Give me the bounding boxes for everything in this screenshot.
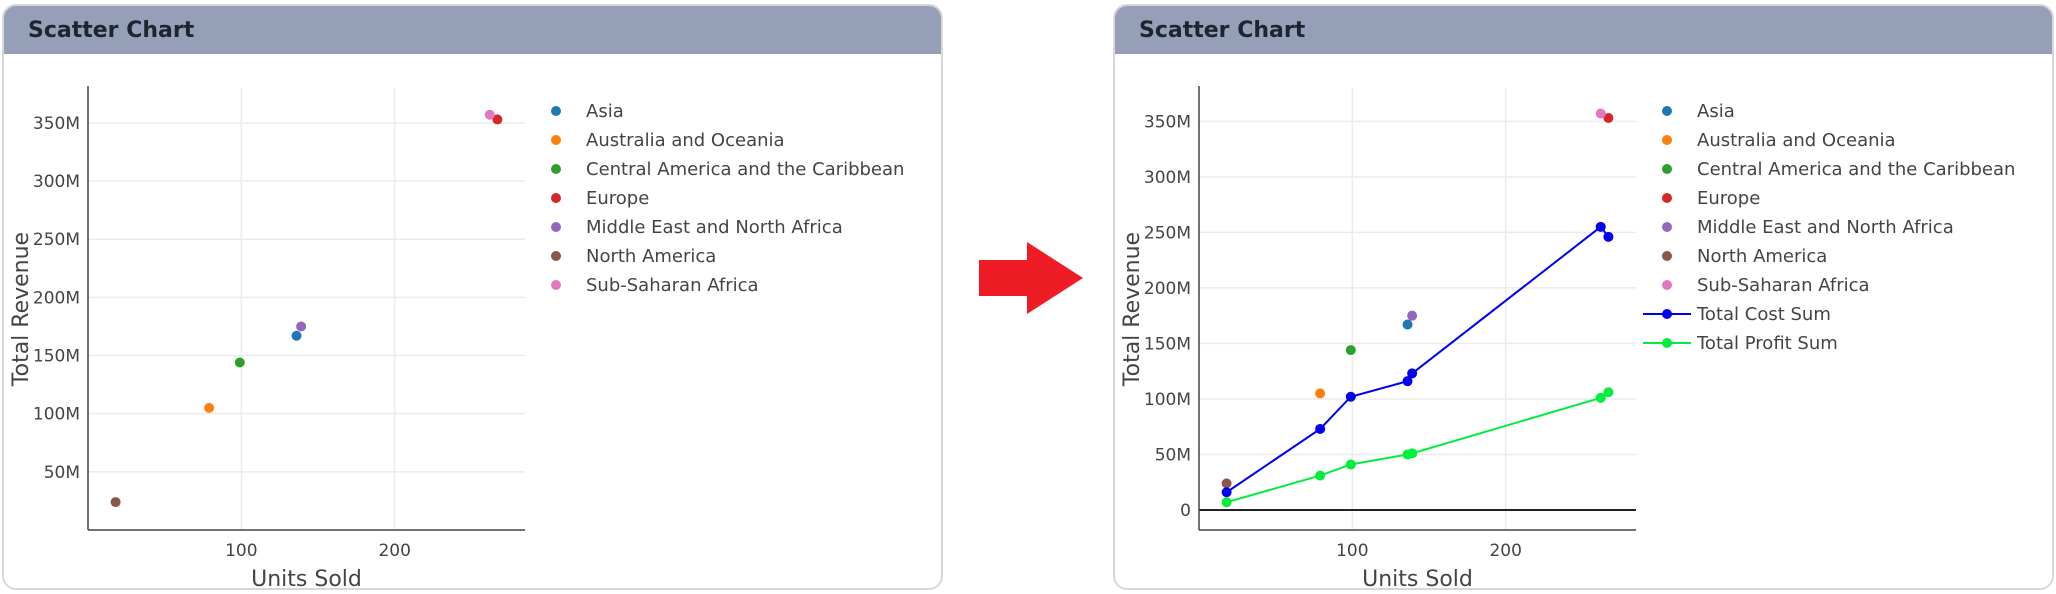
legend-label[interactable]: North America [586, 246, 716, 267]
data-point[interactable] [1221, 497, 1232, 508]
legend-label[interactable]: Sub-Saharan Africa [586, 275, 759, 296]
scatter-chart-panel-before: Scatter Chart 100 200 50M 100M 150M 200M 250M 3… [2, 4, 943, 590]
data-point[interactable] [1315, 470, 1326, 481]
data-point[interactable] [110, 497, 121, 508]
y-axis-title: Total Revenue [9, 232, 34, 387]
x-tick-label: 100 [225, 541, 257, 561]
data-point[interactable] [1402, 319, 1413, 330]
y-axis-title: Total Revenue [1120, 232, 1145, 387]
y-tick-label: 250M [33, 230, 80, 250]
legend-marker [1662, 338, 1672, 348]
legend-label[interactable]: Asia [586, 101, 624, 122]
data-point[interactable] [1407, 310, 1418, 321]
legend-marker [1662, 309, 1672, 319]
legend-label[interactable]: Total Cost Sum [1696, 304, 1831, 325]
data-point[interactable] [1345, 391, 1356, 402]
y-tick-label: 300M [1144, 168, 1191, 188]
y-tick-label: 350M [1144, 112, 1191, 132]
y-tick-label: 100M [33, 405, 80, 425]
legend-marker [551, 106, 561, 116]
data-point[interactable] [1315, 423, 1326, 434]
data-point[interactable] [291, 330, 302, 341]
data-point[interactable] [1407, 448, 1418, 459]
x-tick-label: 100 [1336, 541, 1368, 561]
legend-label[interactable]: Sub-Saharan Africa [1697, 275, 1870, 296]
data-point[interactable] [1407, 368, 1418, 379]
x-tick-label: 200 [1489, 541, 1521, 561]
data-point[interactable] [1595, 108, 1606, 119]
legend-marker [1662, 280, 1672, 290]
y-tick-label: 300M [33, 172, 80, 192]
legend-marker [1662, 251, 1672, 261]
legend-label[interactable]: Middle East and North Africa [1697, 217, 1954, 238]
legend-label[interactable]: Australia and Oceania [586, 130, 785, 151]
legend-marker [1662, 135, 1672, 145]
x-axis-title: Units Sold [1362, 567, 1473, 588]
x-tick-label: 200 [378, 541, 410, 561]
y-tick-label: 250M [1144, 223, 1191, 243]
legend-marker [551, 193, 561, 203]
y-tick-label: 50M [1155, 445, 1191, 465]
data-point[interactable] [1345, 459, 1356, 470]
comparison-stage: Scatter Chart 100 200 50M 100M 150M 200M 250M 3… [0, 0, 2056, 594]
legend-label[interactable]: Asia [1697, 101, 1735, 122]
x-axis-title: Units Sold [251, 567, 362, 588]
panel-title: Scatter Chart [1139, 17, 1306, 43]
legend-marker [551, 251, 561, 261]
scatter-chart-after[interactable]: 100 200 0 50M 100M 150M 200M 250M 300M 350M Units … [1115, 54, 2052, 588]
series-line [1226, 391, 1609, 504]
legend-marker [1662, 106, 1672, 116]
legend-label[interactable]: North America [1697, 246, 1827, 267]
y-tick-label: 200M [1144, 279, 1191, 299]
legend-label[interactable]: Australia and Oceania [1697, 130, 1896, 151]
y-tick-label: 50M [44, 463, 80, 483]
panel-header: Scatter Chart [4, 6, 941, 54]
legend-label[interactable]: Middle East and North Africa [586, 217, 843, 238]
data-point[interactable] [484, 109, 495, 120]
legend-label[interactable]: Central America and the Caribbean [586, 159, 904, 180]
data-point[interactable] [1603, 387, 1614, 398]
data-point[interactable] [296, 321, 307, 332]
y-tick-label: 200M [33, 288, 80, 308]
legend-label[interactable]: Total Profit Sum [1696, 333, 1838, 354]
legend-label[interactable]: Europe [586, 188, 649, 209]
legend-marker [1662, 193, 1672, 203]
legend-marker [551, 135, 561, 145]
legend-marker [551, 164, 561, 174]
legend-marker [1662, 222, 1672, 232]
y-tick-label: 100M [1144, 390, 1191, 410]
data-point[interactable] [1221, 478, 1232, 489]
legend-marker [551, 222, 561, 232]
data-point[interactable] [1603, 231, 1614, 242]
data-point[interactable] [1595, 221, 1606, 232]
legend-marker [551, 280, 561, 290]
panel-header: Scatter Chart [1115, 6, 2052, 54]
y-tick-label: 150M [33, 347, 80, 367]
scatter-chart-panel-after: Scatter Chart 100 200 0 50M 100M 150M 200M 250M… [1113, 4, 2054, 590]
scatter-chart-before[interactable]: 100 200 50M 100M 150M 200M 250M 300M 350M Units S… [4, 54, 941, 588]
y-tick-label: 0 [1180, 501, 1191, 521]
data-point[interactable] [234, 357, 245, 368]
data-point[interactable] [1221, 487, 1232, 498]
legend-label[interactable]: Central America and the Caribbean [1697, 159, 2015, 180]
data-point[interactable] [1345, 345, 1356, 356]
legend-label[interactable]: Europe [1697, 188, 1760, 209]
y-tick-label: 350M [33, 114, 80, 134]
y-tick-label: 150M [1144, 334, 1191, 354]
right-arrow-icon [979, 242, 1083, 314]
data-point[interactable] [204, 402, 215, 413]
legend-marker [1662, 164, 1672, 174]
data-point[interactable] [1315, 388, 1326, 399]
panel-title: Scatter Chart [28, 17, 195, 43]
